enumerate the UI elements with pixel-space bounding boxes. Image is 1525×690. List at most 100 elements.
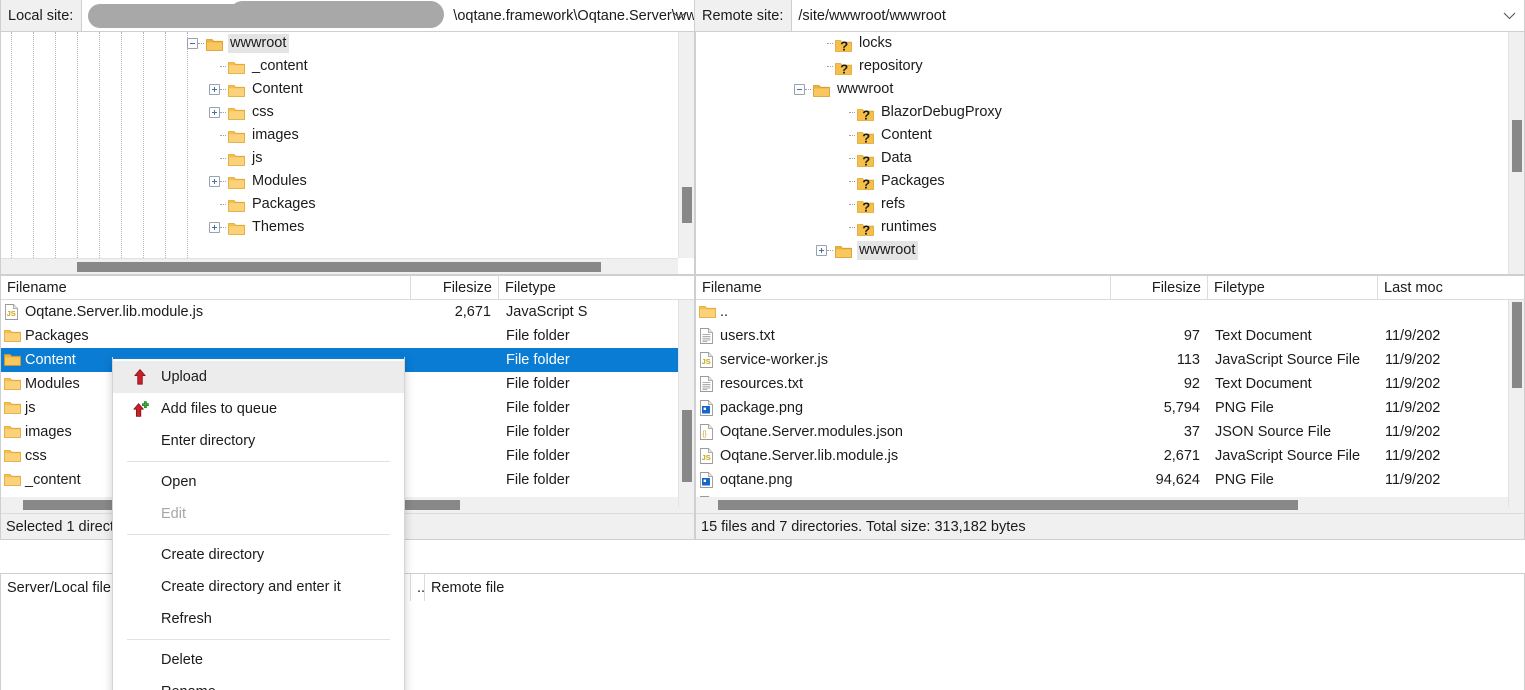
file-context-menu[interactable]: Upload Add files to queue Enter directory… — [112, 356, 405, 690]
tree-expand-icon[interactable] — [209, 107, 220, 118]
file-row[interactable]: {} Oqtane.Server.modules.json 37 JSON Sourc… — [696, 420, 1524, 444]
menu-item-create-directory-and-enter-it[interactable]: Create directory and enter it — [113, 571, 404, 603]
tree-expand-icon[interactable] — [209, 222, 220, 233]
tree-item-content[interactable]: ? Content — [696, 124, 1508, 147]
js-file-icon: JS — [699, 448, 715, 464]
tree-item-runtimes[interactable]: ? runtimes — [696, 216, 1508, 239]
folder-icon — [228, 152, 245, 166]
tree-connector — [849, 204, 855, 205]
chevron-down-icon[interactable] — [1503, 12, 1516, 20]
local-site-combo[interactable]: \oqtane.framework\Oqtane.Server\wwwroot\ — [82, 0, 695, 32]
menu-item-rename[interactable]: Rename — [113, 676, 404, 690]
column-header-filetype[interactable]: Filetype — [1208, 276, 1378, 299]
tree-expand-icon[interactable] — [209, 176, 220, 187]
remote-file-list-header: Filename Filesize Filetype Last moc — [696, 276, 1524, 300]
tree-collapse-icon[interactable] — [187, 38, 198, 49]
tree-expand-icon[interactable] — [209, 84, 220, 95]
tree-item-label: Packages — [881, 173, 945, 189]
chevron-down-icon[interactable] — [673, 12, 686, 20]
cell-lastmod: 11/9/202 — [1385, 376, 1441, 392]
scrollbar-thumb[interactable] — [77, 262, 601, 272]
file-row[interactable]: resources.txt 92 Text Document 11/9/202 — [696, 372, 1524, 396]
tree-item-css[interactable]: css — [1, 101, 678, 124]
svg-text:?: ? — [840, 61, 848, 76]
file-row[interactable]: .. — [696, 300, 1524, 324]
cell-filesize — [1111, 300, 1208, 324]
menu-item-refresh[interactable]: Refresh — [113, 603, 404, 635]
tree-collapse-icon[interactable] — [794, 84, 805, 95]
cell-filesize: 2,671 — [454, 304, 491, 320]
file-row[interactable]: JS Oqtane.Server.lib.module.js 2,671 JavaSc… — [1, 300, 694, 324]
tree-item-_content[interactable]: _content — [1, 55, 678, 78]
tree-item-content[interactable]: Content — [1, 78, 678, 101]
remote-directory-tree[interactable]: ? locks ? repository wwwroot ? BlazorDebugP… — [695, 32, 1525, 275]
local-tree-vscrollbar[interactable] — [678, 32, 694, 258]
scrollbar-thumb[interactable] — [682, 410, 692, 482]
column-header-filesize[interactable]: Filesize — [411, 276, 499, 299]
local-tree-hscrollbar[interactable] — [1, 258, 678, 274]
remote-site-combo[interactable]: /site/wwwroot/wwwroot — [792, 0, 1525, 32]
tree-item-wwwroot[interactable]: wwwroot — [1, 32, 678, 55]
scrollbar-thumb[interactable] — [1512, 120, 1522, 172]
svg-text:?: ? — [862, 222, 870, 237]
tree-item-themes[interactable]: Themes — [1, 216, 678, 239]
local-list-vscrollbar[interactable] — [678, 300, 694, 507]
file-name-text: package.png — [720, 400, 804, 416]
tree-item-packages[interactable]: Packages — [1, 193, 678, 216]
tree-item-blazordebugproxy[interactable]: ? BlazorDebugProxy — [696, 101, 1508, 124]
menu-item-create-directory[interactable]: Create directory — [113, 539, 404, 571]
redacted-path-block-b — [229, 1, 445, 28]
cell-filesize: 97 — [1183, 328, 1200, 344]
file-row[interactable]: Packages File folder — [1, 324, 694, 348]
tree-connector — [849, 135, 855, 136]
tree-item-label: _content — [252, 58, 308, 74]
menu-item-upload[interactable]: Upload — [113, 361, 404, 393]
menu-separator — [127, 639, 390, 640]
folder-icon — [228, 175, 245, 189]
file-row[interactable]: oqtane.png 94,624 PNG File 11/9/202 — [696, 468, 1524, 492]
queue-column-remote[interactable]: Remote file — [425, 574, 1524, 601]
tree-item-js[interactable]: js — [1, 147, 678, 170]
cell-filetype: JavaScript Source File — [1215, 352, 1361, 368]
tree-expand-icon[interactable] — [816, 245, 827, 256]
menu-item-label: Delete — [161, 652, 203, 668]
local-site-label: Local site: — [0, 0, 83, 32]
remote-file-list-pane[interactable]: Filename Filesize Filetype Last moc .. user… — [695, 275, 1525, 540]
cell-filename: JS Oqtane.Server.lib.module.js — [1, 300, 411, 324]
file-row[interactable]: JS service-worker.js 113 JavaScript Source … — [696, 348, 1524, 372]
remote-list-vscrollbar[interactable] — [1508, 300, 1524, 507]
cell-lastmod: 11/9/202 — [1385, 328, 1441, 344]
scrollbar-thumb[interactable] — [718, 500, 1298, 510]
tree-item-modules[interactable]: Modules — [1, 170, 678, 193]
menu-item-add-files-to-queue[interactable]: Add files to queue — [113, 393, 404, 425]
tree-item-refs[interactable]: ? refs — [696, 193, 1508, 216]
tree-item-locks[interactable]: ? locks — [696, 32, 1508, 55]
menu-item-enter-directory[interactable]: Enter directory — [113, 425, 404, 457]
column-header-filetype[interactable]: Filetype — [499, 276, 694, 299]
column-header-filename[interactable]: Filename — [1, 276, 411, 299]
column-header-lastmod[interactable]: Last moc — [1378, 276, 1524, 299]
file-row[interactable]: JS Oqtane.Server.lib.module.js 2,671 JavaSc… — [696, 444, 1524, 468]
tree-item-repository[interactable]: ? repository — [696, 55, 1508, 78]
scrollbar-thumb[interactable] — [1512, 302, 1522, 388]
scrollbar-thumb[interactable] — [682, 187, 692, 223]
cell-filename: package.png — [696, 396, 1111, 420]
column-header-filename[interactable]: Filename — [696, 276, 1111, 299]
file-row[interactable]: package.png 5,794 PNG File 11/9/202 — [696, 396, 1524, 420]
tree-item-label: js — [252, 150, 263, 166]
remote-tree-vscrollbar[interactable] — [1508, 32, 1524, 274]
tree-item-wwwroot[interactable]: wwwroot — [696, 239, 1508, 262]
menu-item-open[interactable]: Open — [113, 466, 404, 498]
tree-item-data[interactable]: ? Data — [696, 147, 1508, 170]
tree-item-images[interactable]: images — [1, 124, 678, 147]
remote-list-hscrollbar[interactable] — [696, 497, 1524, 513]
tree-item-packages[interactable]: ? Packages — [696, 170, 1508, 193]
menu-item-delete[interactable]: Delete — [113, 644, 404, 676]
tree-item-wwwroot[interactable]: wwwroot — [696, 78, 1508, 101]
tree-connector — [220, 227, 226, 228]
column-header-filesize[interactable]: Filesize — [1111, 276, 1208, 299]
queue-column-dir[interactable]: .. — [411, 574, 425, 601]
file-row[interactable]: users.txt 97 Text Document 11/9/202 — [696, 324, 1524, 348]
tree-connector — [849, 181, 855, 182]
local-directory-tree[interactable]: wwwroot _content Content css images js M… — [0, 32, 695, 275]
